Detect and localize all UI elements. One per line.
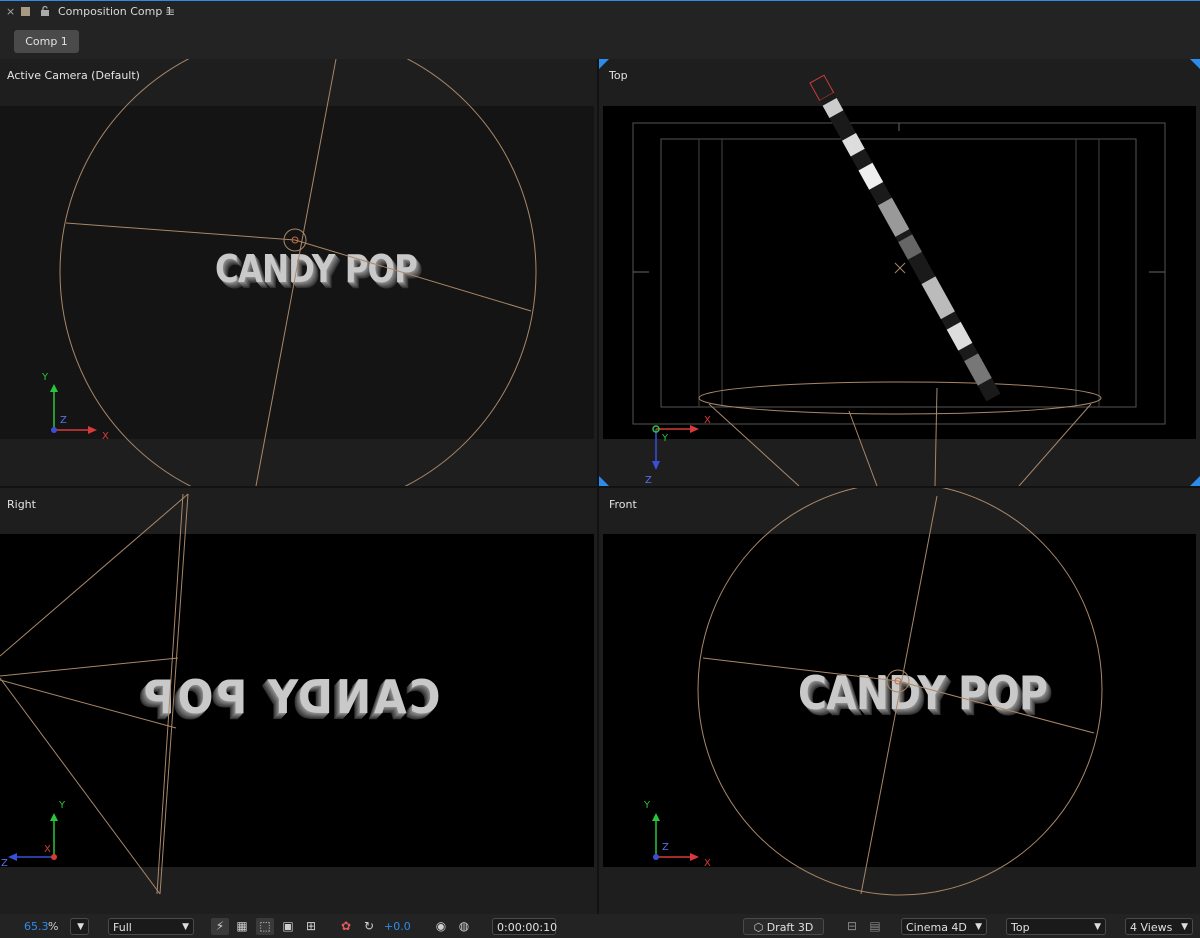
axis-z-label: Z: [1, 858, 8, 869]
fast-previews-icon[interactable]: ⚡: [211, 918, 229, 935]
viewport-front[interactable]: Front CANDY POP Y Z X: [599, 488, 1200, 914]
cube-icon: ⬡: [753, 921, 764, 934]
close-panel-icon[interactable]: ×: [6, 1, 15, 23]
viewport-top[interactable]: Top X Y Z: [599, 59, 1200, 486]
active-view-corner-br: [1190, 476, 1200, 486]
resolution-dropdown[interactable]: Full ▼: [108, 918, 194, 935]
axis-gizmo: [652, 425, 699, 470]
viewport-active-camera[interactable]: Active Camera (Default) CANDY POP Y Z X: [0, 59, 597, 486]
region-of-interest-icon[interactable]: ⬚: [256, 918, 274, 935]
axis-gizmo: [652, 813, 699, 861]
axis-x-label: X: [44, 844, 51, 855]
draft-3d-label: Draft 3D: [766, 921, 814, 934]
panel-menu-icon[interactable]: ≡: [165, 1, 175, 23]
renderer-dropdown[interactable]: Cinema 4D ▼: [901, 918, 987, 935]
guides-icon[interactable]: ⊞: [302, 918, 320, 935]
axis-gizmo: [8, 813, 58, 861]
chevron-down-icon: ▼: [1181, 922, 1188, 932]
resolution-value: Full: [113, 921, 132, 934]
active-view-corner-tl: [599, 59, 609, 69]
zoom-unit: %: [48, 920, 59, 933]
exposure-value[interactable]: +0.0: [384, 918, 411, 935]
transparency-grid-icon[interactable]: ▦: [233, 918, 251, 935]
view-dropdown[interactable]: Top ▼: [1006, 918, 1106, 935]
snapshot-icon[interactable]: ◉: [432, 918, 450, 935]
axis-x-label: X: [102, 431, 109, 442]
panel-title: Composition Comp 1: [58, 5, 173, 18]
composition-panel-header: × Composition Comp 1 ≡: [0, 0, 1200, 25]
axis-z-label: Z: [60, 415, 67, 426]
comp-tab-bar: Comp 1: [0, 25, 1200, 59]
renderer-value: Cinema 4D: [906, 921, 967, 934]
draft-3d-button[interactable]: ⬡ Draft 3D: [743, 918, 824, 935]
axis-y-label: Y: [42, 372, 49, 383]
view-grid-icon[interactable]: ⊟: [843, 918, 861, 935]
axis-y-label: Y: [59, 800, 66, 811]
view-layout-dropdown[interactable]: 4 Views ▼: [1125, 918, 1193, 935]
axis-x-label: X: [704, 858, 711, 869]
zoom-value[interactable]: 65.3: [24, 918, 49, 935]
active-view-corner-tr: [1190, 59, 1200, 69]
composition-toolbar: 65.3 % ▼ Full ▼ ⚡ ▦ ⬚ ▣ ⊞ ✿ ↻ +0.0 ◉ ◍ 0…: [0, 914, 1200, 938]
view-layout-value: 4 Views: [1130, 921, 1173, 934]
axis-y-label: Y: [644, 800, 651, 811]
chevron-down-icon: ▼: [1094, 922, 1101, 932]
axis-x-label: X: [704, 415, 711, 426]
viewport-label: Front: [609, 498, 637, 511]
viewport-label: Right: [7, 498, 36, 511]
zoom-dropdown[interactable]: ▼: [70, 918, 89, 935]
axis-y-label: Y: [662, 433, 669, 444]
active-view-corner-bl: [599, 476, 609, 486]
reset-exposure-icon[interactable]: ↻: [360, 918, 378, 935]
lock-icon[interactable]: [39, 5, 51, 17]
viewport-label: Top: [609, 69, 628, 82]
extended-viewer-icon[interactable]: ▤: [866, 918, 884, 935]
color-channels-icon[interactable]: ✿: [337, 918, 355, 935]
timecode-value: 0:00:00:10: [497, 921, 558, 934]
chevron-down-icon: ▼: [182, 922, 189, 932]
label-color-swatch: [21, 7, 30, 16]
mask-visibility-icon[interactable]: ▣: [279, 918, 297, 935]
show-snapshot-icon[interactable]: ◍: [455, 918, 473, 935]
viewport-label: Active Camera (Default): [7, 69, 140, 82]
view-value: Top: [1011, 921, 1030, 934]
current-time-display[interactable]: 0:00:00:10: [492, 918, 558, 935]
tab-comp-1[interactable]: Comp 1: [14, 30, 79, 53]
chevron-down-icon: ▼: [975, 922, 982, 932]
axis-z-label: Z: [662, 842, 669, 853]
viewport-right[interactable]: Right CANDY POP Y X Z: [0, 488, 597, 914]
chevron-down-icon: ▼: [77, 922, 84, 932]
axis-z-label: Z: [645, 475, 652, 486]
